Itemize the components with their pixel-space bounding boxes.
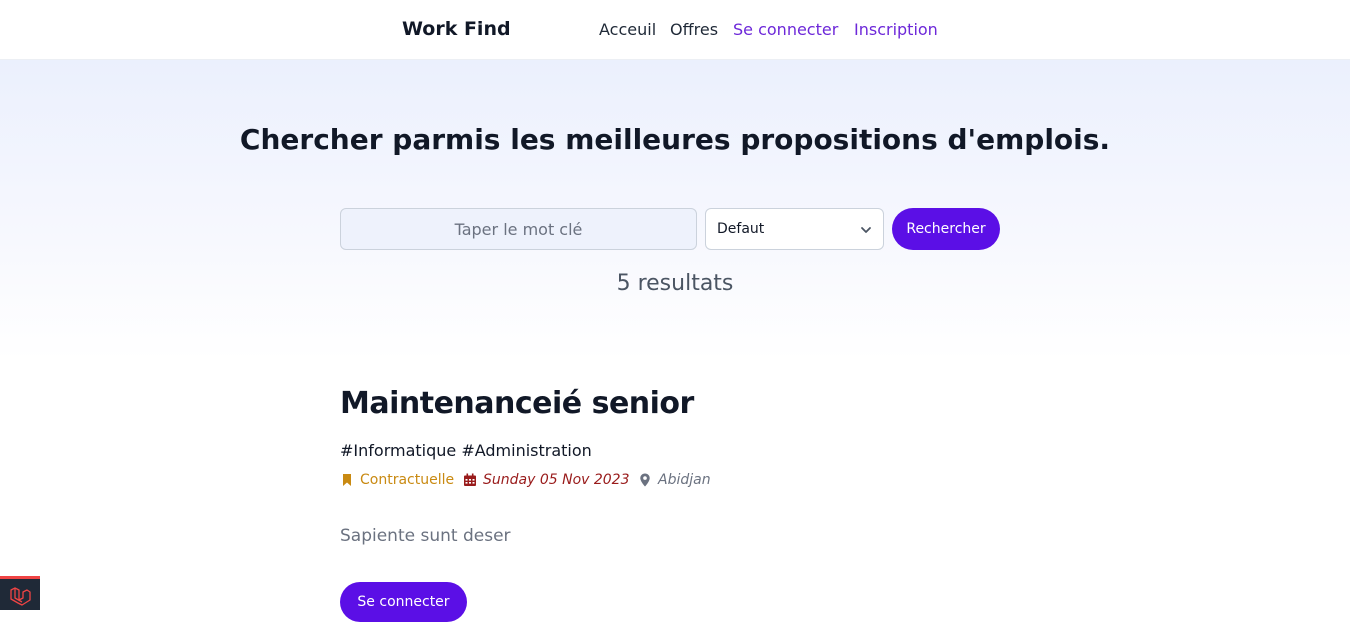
hero-title: Chercher parmis les meilleures propositi… (239, 123, 1111, 156)
job-title[interactable]: Maintenanceié senior (340, 386, 694, 421)
job-location-label: Abidjan (658, 472, 711, 488)
laravel-logo-icon (10, 587, 31, 606)
brand-logo[interactable]: Work Find (402, 18, 511, 40)
login-to-apply-button[interactable]: Se connecter (340, 582, 467, 622)
job-date-label: Sunday 05 Nov 2023 (483, 472, 630, 488)
nav-link-acceuil[interactable]: Acceuil (599, 20, 656, 39)
nav-link-login[interactable]: Se connecter (733, 20, 838, 39)
job-contract-label: Contractuelle (360, 472, 455, 488)
chevron-down-icon (861, 227, 871, 233)
search-input[interactable] (340, 208, 697, 250)
bookmark-icon (343, 474, 351, 486)
job-date: Sunday 05 Nov 2023 (463, 471, 630, 489)
navbar: Work Find Acceuil Offres Se connecter In… (0, 0, 1350, 60)
nav-link-register[interactable]: Inscription (854, 20, 938, 39)
job-tags: #Informatique #Administration (340, 441, 592, 460)
job-location: Abidjan (638, 471, 711, 489)
debugbar-badge[interactable] (0, 576, 40, 610)
select-value: Defaut (717, 221, 765, 237)
calendar-icon (464, 473, 476, 486)
nav-link-offres[interactable]: Offres (670, 20, 718, 39)
job-description: Sapiente sunt deser (340, 526, 511, 546)
results-count: 5 resultats (616, 271, 734, 296)
hero-section: Chercher parmis les meilleures propositi… (0, 60, 1350, 360)
map-pin-icon (640, 473, 650, 487)
search-button[interactable]: Rechercher (892, 208, 1000, 250)
job-contract: Contractuelle (340, 471, 454, 489)
category-select[interactable]: Defaut (705, 208, 884, 250)
